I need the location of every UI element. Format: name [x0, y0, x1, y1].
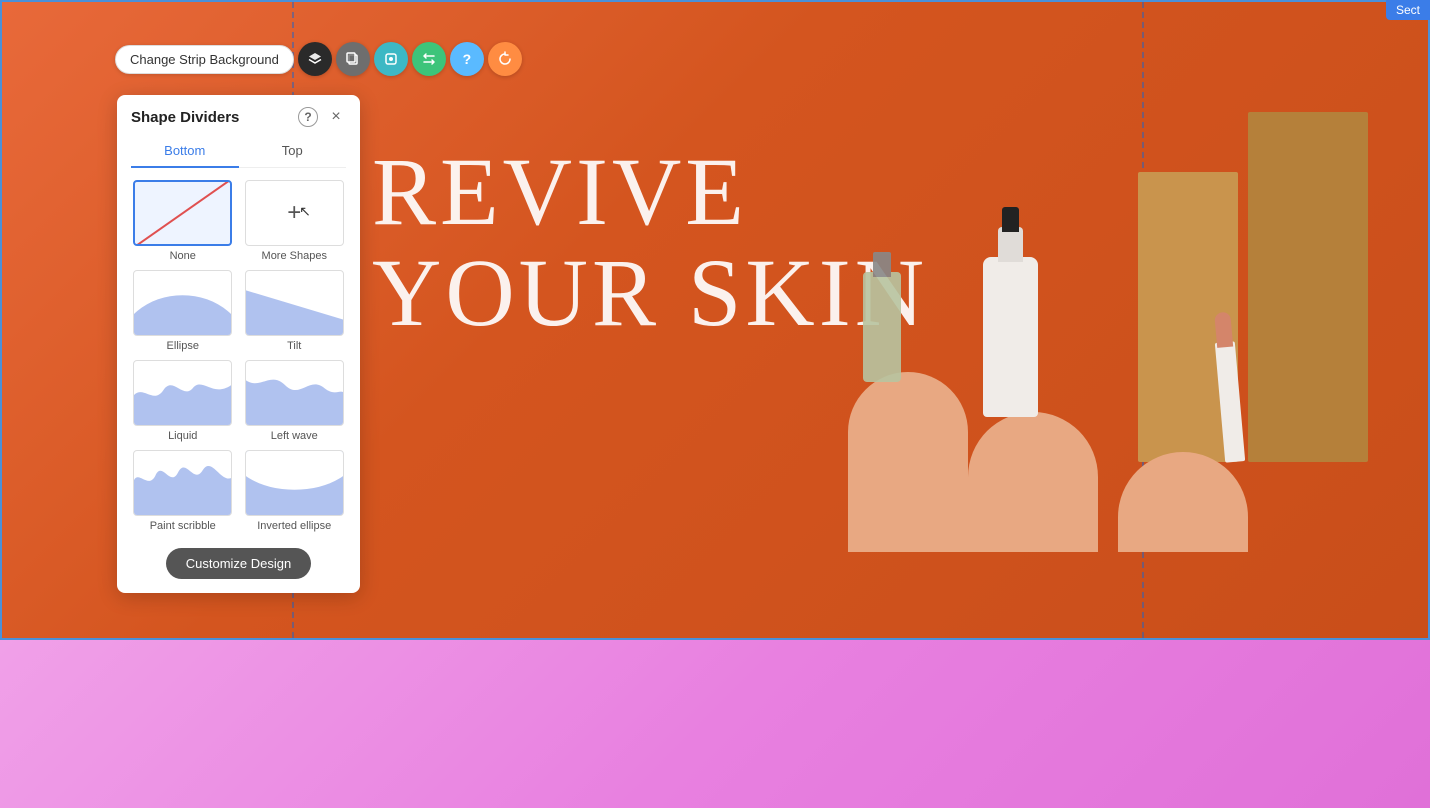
- shape-preview-tilt[interactable]: [245, 270, 344, 336]
- crop-icon-button[interactable]: [374, 42, 408, 76]
- top-toolbar: Change Strip Background: [115, 42, 522, 76]
- panel-header-actions: ? ×: [298, 107, 346, 127]
- shape-preview-liquid[interactable]: [133, 360, 232, 426]
- shape-label-ellipse: Ellipse: [167, 340, 199, 352]
- shape-label-leftwave: Left wave: [271, 430, 318, 442]
- bottle-serum: [863, 272, 901, 382]
- liquid-svg: [134, 361, 231, 425]
- shape-item-paintscribble[interactable]: Paint scribble: [131, 450, 235, 532]
- rotate-icon: [497, 51, 513, 67]
- plus-icon: +: [287, 199, 301, 227]
- tab-top[interactable]: Top: [239, 135, 347, 168]
- shape-item-leftwave[interactable]: Left wave: [243, 360, 347, 442]
- shape-preview-ellipse[interactable]: [133, 270, 232, 336]
- shape-label-tilt: Tilt: [287, 340, 301, 352]
- shape-preview-more[interactable]: + ↖: [245, 180, 344, 246]
- shape-label-liquid: Liquid: [168, 430, 197, 442]
- shape-item-tilt[interactable]: Tilt: [243, 270, 347, 352]
- swap-icon: [421, 51, 437, 67]
- panel-title: Shape Dividers: [131, 109, 239, 126]
- copy-icon: [345, 51, 361, 67]
- shape-item-liquid[interactable]: Liquid: [131, 360, 235, 442]
- customize-btn-wrap: Customize Design: [117, 540, 360, 593]
- bottle-lotion: [983, 257, 1038, 417]
- shape-item-invertedellipse[interactable]: Inverted ellipse: [243, 450, 347, 532]
- shape-label-none: None: [170, 250, 196, 262]
- panel-tabs: Bottom Top: [131, 135, 346, 168]
- ellipse-svg: [134, 271, 231, 335]
- question-mark: ?: [463, 51, 472, 67]
- customize-design-button[interactable]: Customize Design: [166, 548, 312, 579]
- pedestal-right: [1118, 452, 1248, 552]
- sect-label: Sect: [1386, 0, 1430, 20]
- rotate-icon-button[interactable]: [488, 42, 522, 76]
- invertedellipse-svg: [246, 451, 343, 515]
- tab-bottom[interactable]: Bottom: [131, 135, 239, 168]
- panel-help-button[interactable]: ?: [298, 107, 318, 127]
- pedestal-middle: [968, 412, 1098, 552]
- tilt-svg: [246, 271, 343, 335]
- shape-item-none[interactable]: None: [131, 180, 235, 262]
- copy-icon-button[interactable]: [336, 42, 370, 76]
- shape-label-invertedellipse: Inverted ellipse: [257, 520, 331, 532]
- canvas-area: REVIVE YOUR SKIN Strip Sect Change Strip…: [0, 0, 1430, 808]
- shape-dividers-panel: Shape Dividers ? × Bottom Top None: [117, 95, 360, 593]
- leftwave-svg: [246, 361, 343, 425]
- panel-close-button[interactable]: ×: [326, 107, 346, 127]
- shape-label-more: More Shapes: [262, 250, 327, 262]
- layers-icon: [307, 51, 323, 67]
- shape-preview-none[interactable]: [133, 180, 232, 246]
- more-shapes-visual: +: [246, 181, 343, 245]
- pink-section: [0, 640, 1430, 808]
- shape-label-paintscribble: Paint scribble: [150, 520, 216, 532]
- shape-item-ellipse[interactable]: Ellipse: [131, 270, 235, 352]
- hero-products: [768, 52, 1368, 612]
- help-icon-button[interactable]: ?: [450, 42, 484, 76]
- shape-preview-invertedellipse[interactable]: [245, 450, 344, 516]
- pedestal-left: [848, 372, 968, 552]
- shape-preview-leftwave[interactable]: [245, 360, 344, 426]
- panel-header: Shape Dividers ? ×: [117, 95, 360, 135]
- paintscribble-svg: [134, 451, 231, 515]
- box-tall: [1248, 112, 1368, 462]
- crop-icon: [383, 51, 399, 67]
- none-shape-visual: [135, 182, 230, 244]
- shape-item-more[interactable]: + ↖ More Shapes: [243, 180, 347, 262]
- swap-icon-button[interactable]: [412, 42, 446, 76]
- change-strip-background-button[interactable]: Change Strip Background: [115, 45, 294, 74]
- shapes-grid: None + ↖ More Shapes Elli: [117, 168, 360, 540]
- layers-icon-button[interactable]: [298, 42, 332, 76]
- shape-preview-paintscribble[interactable]: [133, 450, 232, 516]
